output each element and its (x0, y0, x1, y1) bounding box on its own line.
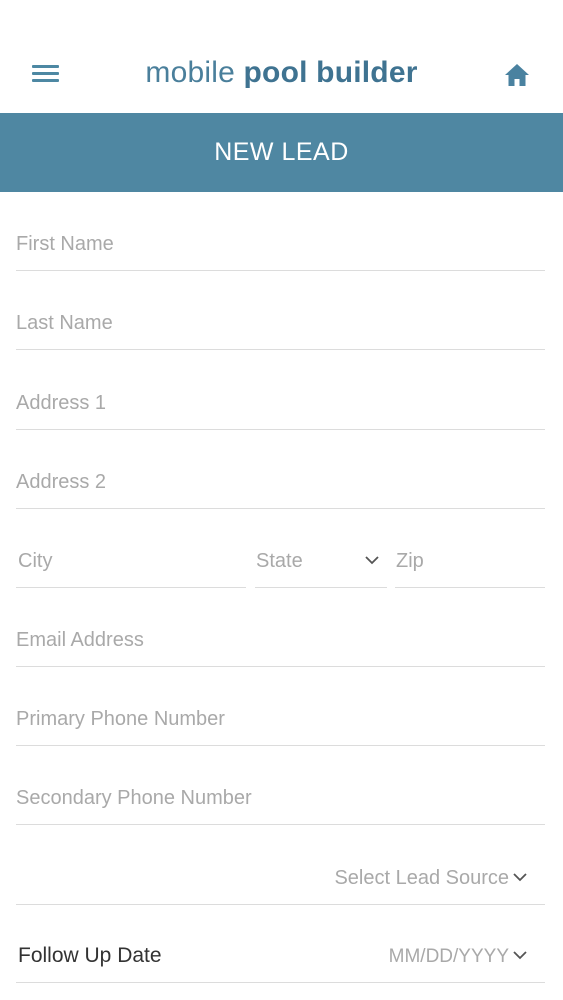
primary-phone-field[interactable]: Primary Phone Number (16, 686, 545, 746)
home-icon[interactable] (503, 62, 531, 88)
state-select[interactable]: State (255, 528, 387, 588)
address2-field[interactable]: Address 2 (16, 449, 545, 509)
state-placeholder: State (256, 550, 303, 572)
chevron-down-icon (513, 870, 527, 884)
app-header: mobile pool builder (0, 0, 563, 113)
lead-source-placeholder: Select Lead Source (334, 867, 509, 889)
email-field[interactable]: Email Address (16, 607, 545, 667)
chevron-down-icon (365, 553, 379, 567)
page-title: NEW LEAD (214, 138, 349, 166)
address2-placeholder: Address 2 (16, 471, 107, 493)
secondary-phone-field[interactable]: Secondary Phone Number (16, 765, 545, 825)
city-placeholder: City (18, 550, 53, 572)
first-name-field[interactable]: First Name (16, 211, 545, 271)
chevron-down-icon (513, 948, 527, 962)
follow-up-date-placeholder: MM/DD/YYYY (388, 946, 509, 967)
app-brand: mobile pool builder (0, 56, 563, 90)
zip-placeholder: Zip (396, 550, 424, 572)
brand-bold: pool builder (243, 56, 418, 89)
follow-up-date-field[interactable]: Follow Up Date MM/DD/YYYY (16, 923, 545, 983)
last-name-placeholder: Last Name (16, 312, 113, 334)
city-field[interactable]: City (16, 528, 246, 588)
brand-light: mobile (145, 56, 235, 89)
follow-up-label: Follow Up Date (18, 944, 162, 967)
lead-source-select[interactable]: Select Lead Source (16, 845, 545, 905)
last-name-field[interactable]: Last Name (16, 290, 545, 350)
zip-field[interactable]: Zip (395, 528, 545, 588)
page-title-bar: NEW LEAD (0, 113, 563, 192)
secondary-phone-placeholder: Secondary Phone Number (16, 787, 252, 809)
email-placeholder: Email Address (16, 629, 144, 651)
address1-placeholder: Address 1 (16, 392, 107, 414)
primary-phone-placeholder: Primary Phone Number (16, 708, 225, 730)
address1-field[interactable]: Address 1 (16, 370, 545, 430)
first-name-placeholder: First Name (16, 233, 114, 255)
